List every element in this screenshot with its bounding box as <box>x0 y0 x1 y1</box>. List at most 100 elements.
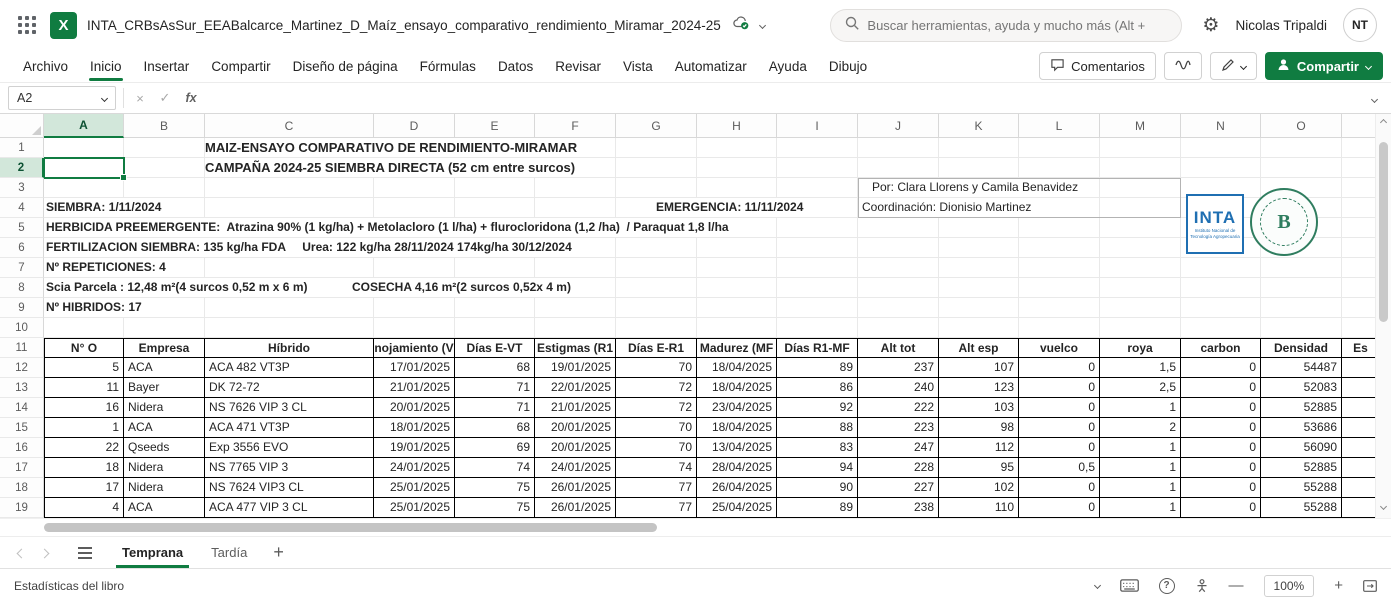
cell-D17[interactable]: 24/01/2025 <box>374 458 455 478</box>
cell-E16[interactable]: 69 <box>455 438 535 458</box>
cell-G19[interactable]: 77 <box>616 498 697 518</box>
cell-K11[interactable]: Alt esp <box>939 338 1019 358</box>
cell-I14[interactable]: 92 <box>777 398 858 418</box>
cell-B14[interactable]: Nidera <box>124 398 205 418</box>
scroll-up-icon[interactable] <box>1380 119 1387 126</box>
name-box[interactable]: A2 <box>8 86 116 110</box>
ribbon-tab-datos[interactable]: Datos <box>487 52 544 81</box>
cell-L19[interactable]: 0 <box>1019 498 1100 518</box>
cell-H16[interactable]: 13/04/2025 <box>697 438 777 458</box>
row-header-10[interactable]: 10 <box>0 318 44 338</box>
row-header-3[interactable]: 3 <box>0 178 44 198</box>
column-header-E[interactable]: E <box>455 114 535 138</box>
cell-C14[interactable]: NS 7626 VIP 3 CL <box>205 398 374 418</box>
cell-H17[interactable]: 28/04/2025 <box>697 458 777 478</box>
cell-G13[interactable]: 72 <box>616 378 697 398</box>
cell-I17[interactable]: 94 <box>777 458 858 478</box>
cell-J12[interactable]: 237 <box>858 358 939 378</box>
cell-F16[interactable]: 20/01/2025 <box>535 438 616 458</box>
formula-bar-expand-icon[interactable] <box>1366 89 1383 107</box>
cell-F15[interactable]: 20/01/2025 <box>535 418 616 438</box>
cell-A11[interactable]: N° O <box>44 338 124 358</box>
cell-G16[interactable]: 70 <box>616 438 697 458</box>
cell-N17[interactable]: 0 <box>1181 458 1261 478</box>
cell-M15[interactable]: 2 <box>1100 418 1181 438</box>
cell-D13[interactable]: 21/01/2025 <box>374 378 455 398</box>
row-header-19[interactable]: 19 <box>0 498 44 518</box>
cell-F14[interactable]: 21/01/2025 <box>535 398 616 418</box>
cell-partial-18[interactable] <box>1342 478 1375 498</box>
cell-K12[interactable]: 107 <box>939 358 1019 378</box>
ribbon-tab-archivo[interactable]: Archivo <box>12 52 79 81</box>
cell-B17[interactable]: Nidera <box>124 458 205 478</box>
row-header-4[interactable]: 4 <box>0 198 44 218</box>
cell-N12[interactable]: 0 <box>1181 358 1261 378</box>
column-header-A[interactable]: A <box>44 114 124 138</box>
sheet-nav-prev-icon[interactable] <box>10 544 33 562</box>
fx-icon[interactable]: fx <box>181 91 201 105</box>
cell-N16[interactable]: 0 <box>1181 438 1261 458</box>
cell-L11[interactable]: vuelco <box>1019 338 1100 358</box>
scroll-down-icon[interactable] <box>1380 503 1387 510</box>
cell-F19[interactable]: 26/01/2025 <box>535 498 616 518</box>
cell-L13[interactable]: 0 <box>1019 378 1100 398</box>
workbook-statistics-button[interactable]: Estadísticas del libro <box>14 579 124 593</box>
cell-J13[interactable]: 240 <box>858 378 939 398</box>
cell-C12[interactable]: ACA 482 VT3P <box>205 358 374 378</box>
row-header-17[interactable]: 17 <box>0 458 44 478</box>
row-header-2[interactable]: 2 <box>0 158 44 178</box>
cell-A13[interactable]: 11 <box>44 378 124 398</box>
enter-icon[interactable]: ✓ <box>156 90 174 106</box>
row-header-14[interactable]: 14 <box>0 398 44 418</box>
cell-K13[interactable]: 123 <box>939 378 1019 398</box>
add-sheet-button[interactable]: + <box>261 542 296 563</box>
cell-O18[interactable]: 55288 <box>1261 478 1342 498</box>
search-box[interactable] <box>830 9 1182 42</box>
row-header-8[interactable]: 8 <box>0 278 44 298</box>
column-header-M[interactable]: M <box>1100 114 1181 138</box>
cell-H15[interactable]: 18/04/2025 <box>697 418 777 438</box>
cell-I19[interactable]: 89 <box>777 498 858 518</box>
cell-partial-14[interactable] <box>1342 398 1375 418</box>
column-header-B[interactable]: B <box>124 114 205 138</box>
row-header-7[interactable]: 7 <box>0 258 44 278</box>
cell-E17[interactable]: 74 <box>455 458 535 478</box>
cell-O13[interactable]: 52083 <box>1261 378 1342 398</box>
cell-partial-11[interactable]: Es <box>1342 338 1375 358</box>
share-button[interactable]: Compartir <box>1265 52 1383 80</box>
sheet-tab-temprana[interactable]: Temprana <box>108 537 197 568</box>
cell-A14[interactable]: 16 <box>44 398 124 418</box>
cell-M19[interactable]: 1 <box>1100 498 1181 518</box>
select-all-corner[interactable] <box>0 114 44 138</box>
excel-icon[interactable]: X <box>50 12 77 39</box>
cell-N11[interactable]: carbon <box>1181 338 1261 358</box>
search-input[interactable] <box>867 18 1167 33</box>
ribbon-tab-automatizar[interactable]: Automatizar <box>664 52 758 81</box>
cell-M17[interactable]: 1 <box>1100 458 1181 478</box>
sheet-tab-tardia[interactable]: Tardía <box>197 537 261 568</box>
column-header-D[interactable]: D <box>374 114 455 138</box>
cell-partial-17[interactable] <box>1342 458 1375 478</box>
cell-G14[interactable]: 72 <box>616 398 697 418</box>
row-header-9[interactable]: 9 <box>0 298 44 318</box>
avatar[interactable]: NT <box>1343 8 1377 42</box>
cell-J14[interactable]: 222 <box>858 398 939 418</box>
cell-C11[interactable]: Híbrido <box>205 338 374 358</box>
cell-O16[interactable]: 56090 <box>1261 438 1342 458</box>
cell-H19[interactable]: 25/04/2025 <box>697 498 777 518</box>
cell-F11[interactable]: Estigmas (R1 <box>535 338 616 358</box>
cell-A18[interactable]: 17 <box>44 478 124 498</box>
cell-J16[interactable]: 247 <box>858 438 939 458</box>
comments-button[interactable]: Comentarios <box>1039 52 1156 80</box>
cell-J15[interactable]: 223 <box>858 418 939 438</box>
column-header-L[interactable]: L <box>1019 114 1100 138</box>
cell-A16[interactable]: 22 <box>44 438 124 458</box>
cell-C17[interactable]: NS 7765 VIP 3 <box>205 458 374 478</box>
cell-M16[interactable]: 1 <box>1100 438 1181 458</box>
zoom-level-button[interactable]: 100% <box>1264 575 1315 597</box>
cell-H13[interactable]: 18/04/2025 <box>697 378 777 398</box>
cell-B16[interactable]: Qseeds <box>124 438 205 458</box>
cell-partial-16[interactable] <box>1342 438 1375 458</box>
cell-F13[interactable]: 22/01/2025 <box>535 378 616 398</box>
cell-N19[interactable]: 0 <box>1181 498 1261 518</box>
